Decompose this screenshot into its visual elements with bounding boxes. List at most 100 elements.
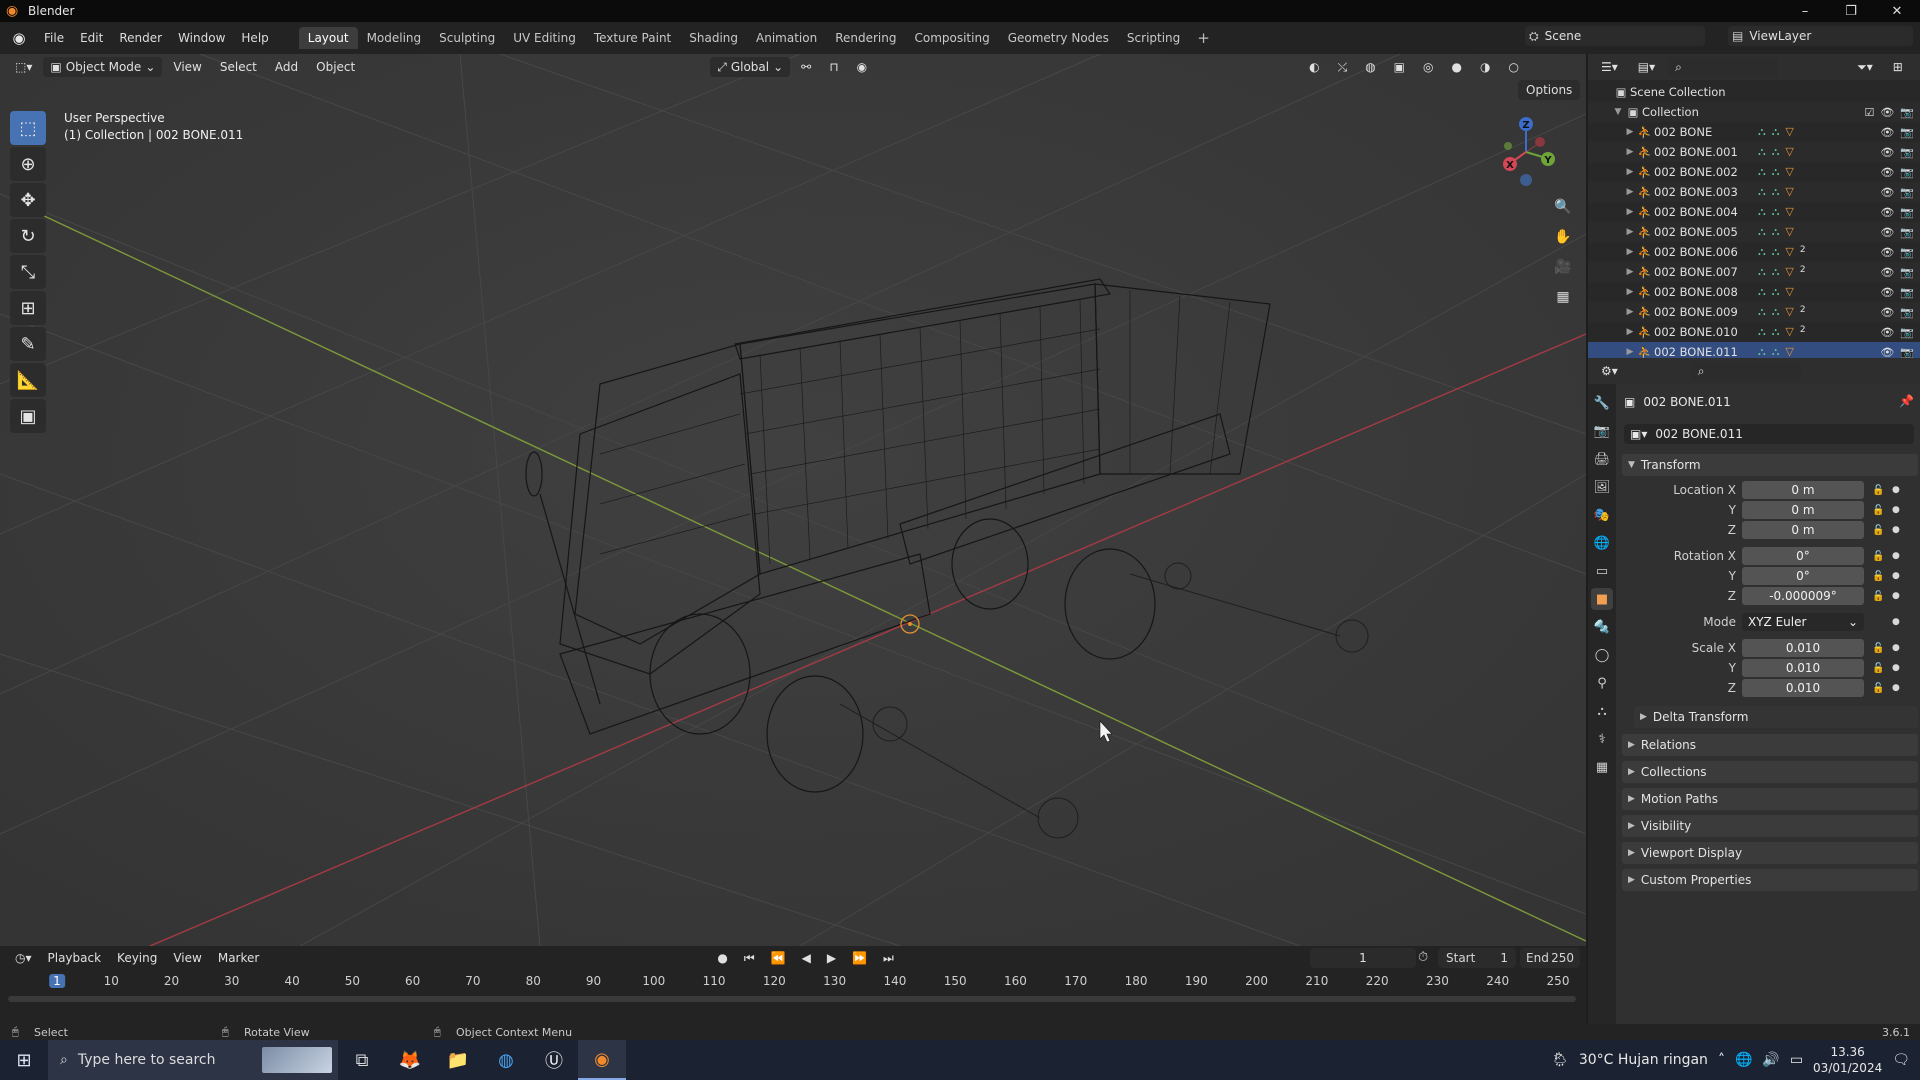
transform-panel-header[interactable]: ▼ Transform (1622, 454, 1918, 476)
taskbar-clock[interactable]: 13.36 03/01/2024 (1813, 1044, 1882, 1076)
lock-icon[interactable]: 🔓 (1872, 485, 1884, 496)
tab-sculpting[interactable]: Sculpting (430, 27, 504, 49)
bone-icon[interactable]: ⛬ (1772, 185, 1780, 199)
timeline-ruler[interactable]: 1 10 20 30 40 50 60 70 80 90 100 110 120 130 140 150 160… (0, 972, 1586, 992)
pose-icon[interactable]: ⛬ (1758, 305, 1766, 319)
file-explorer-icon[interactable]: 📁 (434, 1040, 482, 1080)
pose-icon[interactable]: ⛬ (1758, 245, 1766, 259)
eye-icon[interactable]: 👁 (1880, 186, 1894, 199)
mesh-icon[interactable]: ▽ (1785, 345, 1793, 359)
menu-object[interactable]: Object (309, 57, 362, 77)
menu-window[interactable]: Window (170, 31, 233, 45)
overlay-toggle-icon[interactable]: ◍ (1358, 57, 1382, 77)
pose-icon[interactable]: ⛬ (1758, 285, 1766, 299)
scale-z-field[interactable]: 0.010 (1742, 679, 1864, 697)
keyframe-dot-icon[interactable]: ● (1892, 551, 1900, 561)
eye-icon[interactable]: 👁 (1880, 166, 1894, 179)
pin-icon[interactable]: 📌 (1899, 394, 1914, 408)
add-workspace-button[interactable]: + (1189, 29, 1218, 47)
constraint-tab-icon[interactable]: ⚲ (1591, 672, 1613, 694)
render-tab-icon[interactable]: 📷 (1591, 420, 1613, 442)
chevron-right-icon[interactable]: ▶ (1624, 167, 1636, 177)
outliner-editor-icon[interactable]: ☰▾ (1594, 57, 1625, 77)
bone-icon[interactable]: ⛬ (1772, 305, 1780, 319)
mesh-icon[interactable]: ▽ (1785, 265, 1793, 279)
bone-icon[interactable]: ⛬ (1772, 285, 1780, 299)
chrome-icon[interactable]: ◍ (482, 1040, 530, 1080)
tab-scripting[interactable]: Scripting (1118, 27, 1189, 49)
mesh-icon[interactable]: ▽ (1785, 305, 1793, 319)
mesh-icon[interactable]: ▽ (1785, 245, 1793, 259)
keyframe-dot-icon[interactable]: ● (1892, 505, 1900, 515)
keyframe-dot-icon[interactable]: ● (1892, 591, 1900, 601)
chevron-down-icon[interactable]: ▼ (1612, 107, 1624, 117)
jump-end-icon[interactable]: ⏭ (876, 948, 901, 968)
bone-icon[interactable]: ⛬ (1772, 145, 1780, 159)
visibility-icon[interactable]: ◐ (1302, 57, 1326, 77)
xray-toggle-icon[interactable]: ▣ (1387, 57, 1412, 77)
notification-icon[interactable]: 🗨 (1892, 1052, 1910, 1068)
outliner-item[interactable]: ▶ ⛹ 002 BONE.010 ⛬ ⛬ ▽ 2 👁 📷 (1588, 322, 1920, 342)
mesh-icon[interactable]: ▽ (1785, 225, 1793, 239)
windows-start-icon[interactable]: ⊞ (0, 1040, 48, 1080)
chevron-right-icon[interactable]: ▶ (1624, 127, 1636, 137)
chevron-right-icon[interactable]: ▶ (1624, 347, 1636, 357)
timeline-scrollbar[interactable] (8, 996, 1576, 1002)
motion-paths-panel[interactable]: ▶ Motion Paths (1622, 788, 1918, 810)
keyframe-dot-icon[interactable]: ● (1892, 683, 1900, 693)
chevron-right-icon[interactable]: ▶ (1624, 227, 1636, 237)
menu-keying[interactable]: Keying (110, 948, 164, 968)
cursor-tool-icon[interactable]: ⊕ (10, 147, 46, 181)
rotation-mode-dropdown[interactable]: XYZ Euler ⌄ (1742, 613, 1864, 631)
chevron-right-icon[interactable]: ▶ (1624, 267, 1636, 277)
weather-icon[interactable]: 🌦 (1551, 1052, 1569, 1068)
modifier-tab-icon[interactable]: 🔩 (1591, 616, 1613, 638)
snap-icon[interactable]: ⊓ (822, 57, 845, 77)
bone-tab-icon[interactable]: ⚕ (1591, 728, 1613, 750)
pivot-icon[interactable]: ⚯ (794, 57, 818, 77)
tool-tab-icon[interactable]: 🔧 (1591, 392, 1613, 414)
chevron-right-icon[interactable]: ▶ (1624, 307, 1636, 317)
lock-icon[interactable]: 🔓 (1872, 551, 1884, 562)
network-icon[interactable]: 🌐 (1735, 1052, 1752, 1068)
3d-viewport[interactable]: ⬚▾ ▣ Object Mode ⌄ View Select Add Objec… (0, 54, 1586, 946)
tab-uv-editing[interactable]: UV Editing (504, 27, 585, 49)
menu-playback[interactable]: Playback (41, 948, 109, 968)
pose-icon[interactable]: ⛬ (1758, 165, 1766, 179)
bone-icon[interactable]: ⛬ (1772, 165, 1780, 179)
mesh-icon[interactable]: ▽ (1785, 185, 1793, 199)
bone-icon[interactable]: ⛬ (1772, 345, 1780, 359)
outliner-item[interactable]: ▶ ⛹ 002 BONE.007 ⛬ ⛬ ▽ 2 👁 📷 (1588, 262, 1920, 282)
timeline-editor-icon[interactable]: ◷▾ (8, 948, 39, 968)
pose-icon[interactable]: ⛬ (1758, 125, 1766, 139)
object-name-field[interactable]: ▣▾ 002 BONE.011 (1624, 424, 1914, 444)
tab-texture-paint[interactable]: Texture Paint (585, 27, 680, 49)
camera-view-icon[interactable]: 🎥 (1550, 254, 1576, 280)
bone-icon[interactable]: ⛬ (1772, 245, 1780, 259)
mesh-icon[interactable]: ▽ (1785, 165, 1793, 179)
outliner-item[interactable]: ▶ ⛹ 002 BONE ⛬ ⛬ ▽ 👁 📷 (1588, 122, 1920, 142)
jump-start-icon[interactable]: ⏮ (737, 948, 762, 968)
camera-icon[interactable]: 📷 (1900, 246, 1914, 259)
output-tab-icon[interactable]: 🖨 (1591, 448, 1613, 470)
collection-row[interactable]: ▼ ▣ Collection ☑ 👁 📷 (1588, 102, 1920, 122)
eye-icon[interactable]: 👁 (1880, 146, 1894, 159)
mesh-icon[interactable]: ▽ (1785, 285, 1793, 299)
chevron-right-icon[interactable]: ▶ (1624, 187, 1636, 197)
eye-icon[interactable]: 👁 (1880, 326, 1894, 339)
camera-icon[interactable]: 📷 (1900, 266, 1914, 279)
camera-icon[interactable]: 📷 (1900, 346, 1914, 359)
outliner-item[interactable]: ▶ ⛹ 002 BONE.006 ⛬ ⛬ ▽ 2 👁 📷 (1588, 242, 1920, 262)
camera-icon[interactable]: 📷 (1900, 286, 1914, 299)
current-frame-marker[interactable]: 1 (49, 974, 65, 988)
eye-icon[interactable]: 👁 (1880, 306, 1894, 319)
minimize-button[interactable]: – (1782, 0, 1828, 22)
bone-icon[interactable]: ⛬ (1772, 205, 1780, 219)
camera-icon[interactable]: 📷 (1900, 106, 1914, 119)
location-x-field[interactable]: 0 m (1742, 481, 1864, 499)
taskbar-search-input[interactable]: ⌕ Type here to search (48, 1040, 338, 1080)
scene-selector[interactable]: ⛭ Scene (1525, 26, 1705, 46)
lock-icon[interactable]: 🔓 (1872, 683, 1884, 694)
eye-icon[interactable]: 👁 (1880, 246, 1894, 259)
eye-icon[interactable]: 👁 (1880, 286, 1894, 299)
